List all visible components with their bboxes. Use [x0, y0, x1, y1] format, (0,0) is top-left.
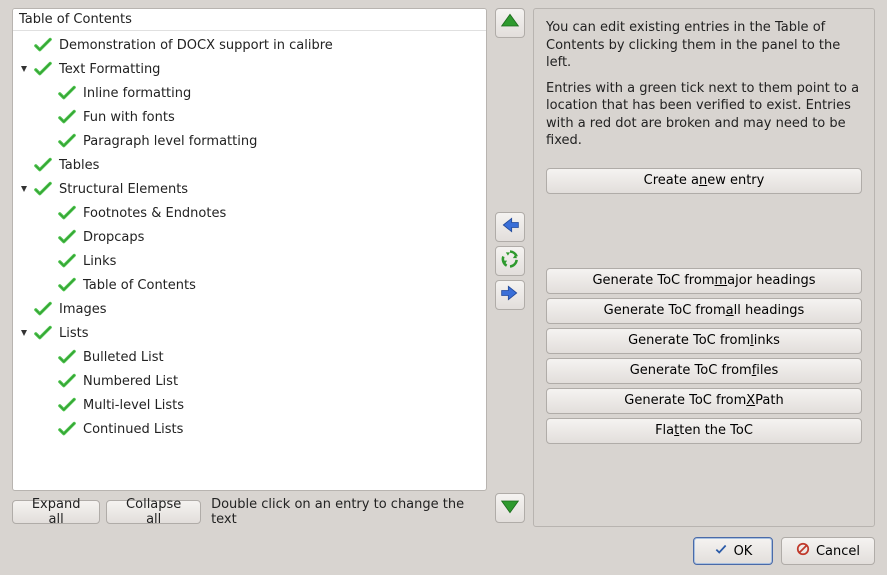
toc-tree-row[interactable]: Multi-level Lists: [13, 393, 486, 417]
toc-tree-label: Paragraph level formatting: [81, 134, 257, 149]
ok-button[interactable]: OK: [693, 537, 773, 565]
cancel-button-label: Cancel: [816, 544, 860, 559]
check-icon: [57, 349, 77, 365]
toc-tree-label: Continued Lists: [81, 422, 183, 437]
arrow-left-icon: [500, 215, 520, 239]
toc-tree-row[interactable]: Links: [13, 249, 486, 273]
check-icon: [57, 229, 77, 245]
toc-tree-row[interactable]: Numbered List: [13, 369, 486, 393]
toc-tree-label: Demonstration of DOCX support in calibre: [57, 38, 333, 53]
cancel-button[interactable]: Cancel: [781, 537, 875, 565]
toc-tree-header: Table of Contents: [13, 9, 486, 31]
toc-tree-label: Images: [57, 302, 107, 317]
toc-tree-label: Multi-level Lists: [81, 398, 184, 413]
toc-tree-label: Fun with fonts: [81, 110, 175, 125]
arrow-up-icon: [500, 11, 520, 35]
toc-tree[interactable]: Demonstration of DOCX support in calibre…: [13, 31, 486, 490]
help-text-p1: You can edit existing entries in the Tab…: [546, 19, 862, 72]
help-text: You can edit existing entries in the Tab…: [546, 19, 862, 158]
expand-all-button[interactable]: Expand all: [12, 500, 100, 524]
check-icon: [57, 109, 77, 125]
toc-tree-row[interactable]: Structural Elements: [13, 177, 486, 201]
generate-links-button[interactable]: Generate ToC from links: [546, 328, 862, 354]
expander-icon[interactable]: [17, 62, 31, 76]
help-text-p2: Entries with a green tick next to them p…: [546, 80, 862, 150]
refresh-button[interactable]: [495, 246, 525, 276]
collapse-all-button[interactable]: Collapse all: [106, 500, 201, 524]
check-icon: [57, 85, 77, 101]
generate-xpath-button[interactable]: Generate ToC from XPath: [546, 388, 862, 414]
move-down-button[interactable]: [495, 493, 525, 523]
toc-tree-label: Text Formatting: [57, 62, 160, 77]
toc-tree-label: Footnotes & Endnotes: [81, 206, 226, 221]
check-icon: [57, 421, 77, 437]
check-icon: [57, 277, 77, 293]
indent-button[interactable]: [495, 280, 525, 310]
check-icon: [57, 373, 77, 389]
toc-tree-frame: Table of Contents Demonstration of DOCX …: [12, 8, 487, 491]
arrow-down-icon: [500, 496, 520, 520]
toc-tree-label: Inline formatting: [81, 86, 191, 101]
toc-tree-row[interactable]: Continued Lists: [13, 417, 486, 441]
toc-tree-row[interactable]: Lists: [13, 321, 486, 345]
move-up-button[interactable]: [495, 8, 525, 38]
toc-tree-row[interactable]: Dropcaps: [13, 225, 486, 249]
check-icon: [57, 205, 77, 221]
check-icon: [714, 542, 728, 560]
check-icon: [57, 253, 77, 269]
toc-tree-label: Dropcaps: [81, 230, 144, 245]
check-icon: [33, 301, 53, 317]
expander-icon[interactable]: [17, 182, 31, 196]
generate-major-headings-button[interactable]: Generate ToC from major headings: [546, 268, 862, 294]
check-icon: [33, 157, 53, 173]
recycle-icon: [500, 249, 520, 273]
expander-icon[interactable]: [17, 326, 31, 340]
check-icon: [33, 61, 53, 77]
toc-tree-row[interactable]: Bulleted List: [13, 345, 486, 369]
toc-tree-row[interactable]: Text Formatting: [13, 57, 486, 81]
toc-tree-row[interactable]: Tables: [13, 153, 486, 177]
toc-tree-row[interactable]: Images: [13, 297, 486, 321]
flatten-toc-button[interactable]: Flatten the ToC: [546, 418, 862, 444]
arrow-right-icon: [500, 283, 520, 307]
toc-tree-label: Lists: [57, 326, 89, 341]
check-icon: [57, 397, 77, 413]
check-icon: [33, 325, 53, 341]
toc-tree-label: Numbered List: [81, 374, 178, 389]
toc-tree-row[interactable]: Demonstration of DOCX support in calibre: [13, 33, 486, 57]
toc-tree-label: Tables: [57, 158, 99, 173]
cancel-icon: [796, 542, 810, 560]
generate-files-button[interactable]: Generate ToC from files: [546, 358, 862, 384]
ok-button-label: OK: [734, 544, 753, 559]
edit-hint-label: Double click on an entry to change the t…: [211, 497, 487, 527]
toc-tree-row[interactable]: Footnotes & Endnotes: [13, 201, 486, 225]
generate-all-headings-button[interactable]: Generate ToC from all headings: [546, 298, 862, 324]
check-icon: [33, 181, 53, 197]
toc-tree-label: Links: [81, 254, 116, 269]
toc-tree-label: Structural Elements: [57, 182, 188, 197]
unindent-button[interactable]: [495, 212, 525, 242]
create-entry-button[interactable]: Create a new entry: [546, 168, 862, 194]
toc-tree-row[interactable]: Fun with fonts: [13, 105, 486, 129]
toc-tree-row[interactable]: Paragraph level formatting: [13, 129, 486, 153]
right-panel: You can edit existing entries in the Tab…: [533, 8, 875, 527]
check-icon: [57, 133, 77, 149]
toc-tree-row[interactable]: Inline formatting: [13, 81, 486, 105]
toc-tree-label: Table of Contents: [81, 278, 196, 293]
toc-tree-label: Bulleted List: [81, 350, 164, 365]
check-icon: [33, 37, 53, 53]
toc-tree-row[interactable]: Table of Contents: [13, 273, 486, 297]
